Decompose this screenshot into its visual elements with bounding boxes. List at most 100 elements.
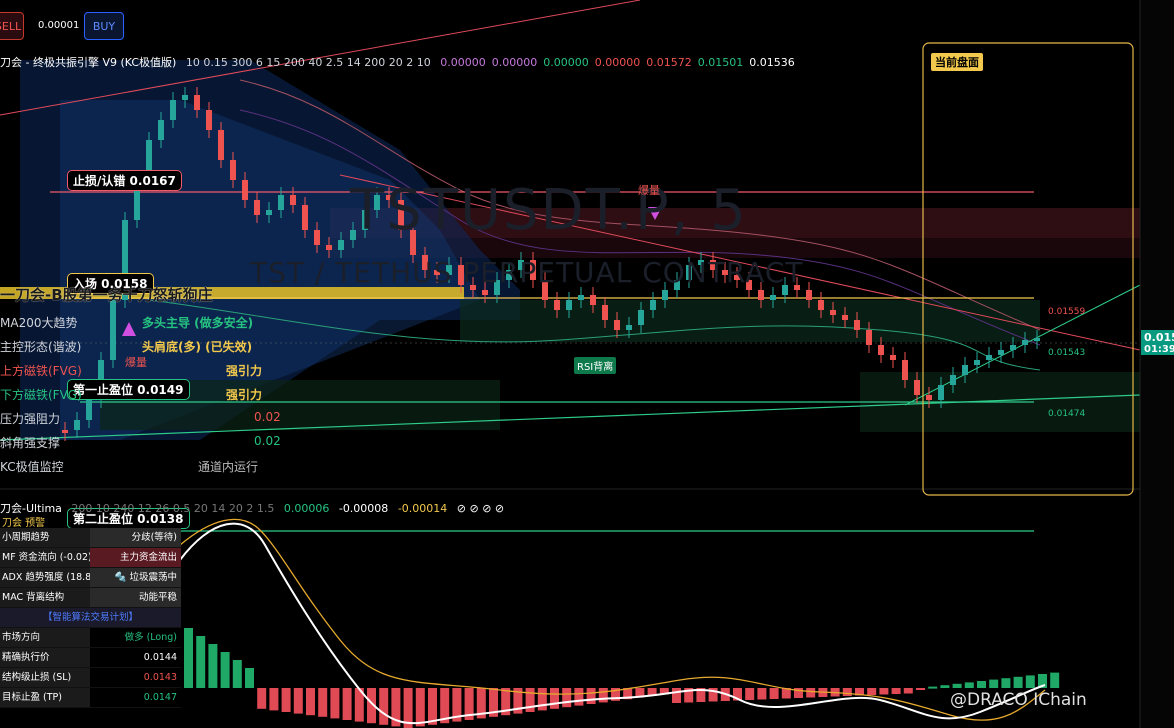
histogram-bar [428,688,437,725]
legend-value-2: 0.00000 [543,56,589,69]
candle-body [926,395,932,400]
candle-body [962,365,968,375]
histogram-bar [989,679,999,688]
histogram-bar [757,688,767,700]
candle-body [998,350,1004,355]
histogram-bar [806,688,816,698]
panel-value-6: 通道内运行 [198,460,259,474]
panel-label-4: 压力强阻力 [0,412,61,426]
histogram-bar [916,688,925,690]
panel-label-3: 下方磁铁(FVG) [0,388,82,402]
histogram-bar [1013,676,1023,688]
candle-body [770,295,776,300]
plan-key: ADX 趋势强度 (18.8) [0,568,90,587]
indicator-title: 刀会 - 终极共振引擎 V9 (KC极值版) [0,56,177,69]
plan-value: 0.0144 [90,648,181,667]
oscillator-sub: 刀会 预警 [2,518,46,529]
candle-body [62,430,68,433]
plan-value: 分歧(等待) [90,528,181,547]
plan-key: 目标止盈 (TP) [0,688,90,707]
histogram-bar [586,688,596,704]
oscillator-legend[interactable]: 刀会-Ultima 200 10 240 12 26 0.5 20 14 20 … [0,500,510,516]
plan-key: 结构级止损 (SL) [0,668,90,687]
banner-text: 一刀会-B股第一务千刀怒斩狗庄 [0,286,213,304]
plan-value: 🔩 垃圾震荡中 [90,568,181,587]
candle-body [866,330,872,345]
candle-body [662,290,668,300]
histogram-bar [184,628,193,688]
plan-row-13: 目标止盈 (TP) 0.0147 [0,688,181,708]
panel-label-6: KC极值监控 [0,460,64,474]
candle-body [758,290,764,300]
candle-body [902,360,908,380]
candle-body [1010,345,1016,350]
oscillator-params: 200 10 240 12 26 0.5 20 14 20 2 1.5 [71,502,275,515]
histogram-bar [891,688,901,694]
sell-button[interactable]: SELL [0,12,24,40]
histogram-bar [940,685,950,688]
histogram-bar [269,688,279,711]
histogram-bar [562,688,572,708]
candle-body [326,245,332,250]
legend-value-3: 0.00000 [594,56,641,69]
right-label-lower: 0.01474 [1048,409,1086,419]
legend-value-0: 0.00000 [440,56,486,69]
histogram-bar [318,688,328,717]
plan-value: 动能平稳 [90,588,181,607]
panel-value-0: 多头主导 (做多安全) [142,316,254,330]
plan-value: 0.0143 [90,668,181,687]
plan-value: 0.0147 [90,688,181,707]
candle-body [1022,340,1028,345]
candle-body [974,360,980,365]
histogram-bar [208,644,218,688]
histogram-bar [574,688,584,706]
plan-key: 小周期趋势 [0,528,90,547]
histogram-bar [257,688,267,709]
countdown-time: 01:39 [1144,344,1174,355]
symbol-watermark: TSTUSDT.P, 5 [350,178,748,243]
histogram-bar [842,688,852,696]
legend-value-5: 0.01501 [697,56,744,69]
legend-value-6: 0.01536 [749,56,795,69]
price-axis[interactable] [1140,0,1174,728]
candle-body [86,400,92,420]
candle-body [602,305,608,320]
candle-body [590,295,596,305]
candle-body [554,300,560,310]
panel-value-1: 头肩底(多) (已失效) [142,340,253,354]
candle-body [638,310,644,325]
histogram-bar [977,681,986,688]
histogram-bar [952,683,962,688]
oscillator-v1: 0.00006 [283,502,330,515]
panel-value-3: 强引力 [226,388,263,402]
histogram-bar [745,688,755,700]
histogram-bar [379,688,389,725]
histogram-bar [1001,678,1011,688]
right-label-upper: 0.01559 [1048,307,1086,317]
plan-row-0: 小周期趋势 分歧(等待) [0,528,181,548]
candle-body [938,385,944,400]
plan-row-3: MAC 背离结构 动能平稳 [0,588,181,608]
buy-button[interactable]: BUY [84,12,124,40]
plan-row-12: 结构级止损 (SL) 0.0143 [0,668,181,688]
plan-row-1: MF 资金流向 (-0.02) 主力资金流出 [0,548,181,568]
candle-body [218,130,224,160]
explode-label-2: 爆量 [125,356,147,369]
candle-body [914,380,920,395]
histogram-bar [306,688,315,716]
candle-body [842,315,848,320]
fvg-lower-zone [460,300,1040,342]
histogram-bar [928,686,938,689]
plan-key: 市场方向 [0,628,90,647]
plan-value: 做多 (Long) [90,628,181,647]
histogram-bar [293,688,303,714]
rsi-divergence-badge: RSI背离 [574,357,617,374]
indicator-legend[interactable]: 刀会 - 终极共振引擎 V9 (KC极值版) 10 0.15 300 6 15 … [0,54,807,70]
candle-body [1034,338,1040,341]
candle-body [650,300,656,310]
explode-label: 爆量 [638,184,660,197]
candle-body [290,195,296,205]
oscillator-v3: -0.00014 [397,502,448,515]
candle-body [626,325,632,330]
panel-value-4: 0.02 [254,410,281,424]
